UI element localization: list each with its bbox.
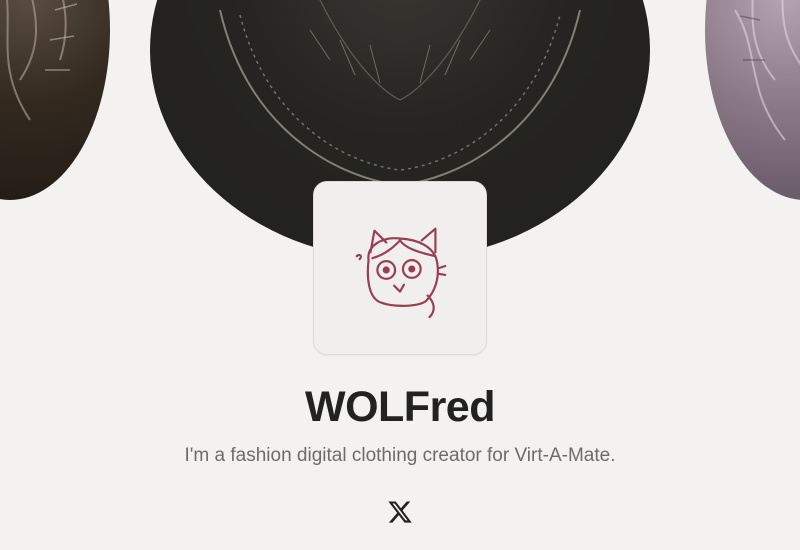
x-logo-icon	[388, 501, 412, 523]
x-social-link[interactable]	[385, 497, 415, 527]
profile-bio: I'm a fashion digital clothing creator f…	[184, 445, 616, 466]
cover-image-left	[0, 0, 110, 200]
profile-name: WOLFred	[305, 383, 495, 431]
avatar	[313, 181, 487, 355]
cat-girl-avatar-drawing	[355, 227, 447, 319]
cover-image-right	[705, 0, 800, 200]
